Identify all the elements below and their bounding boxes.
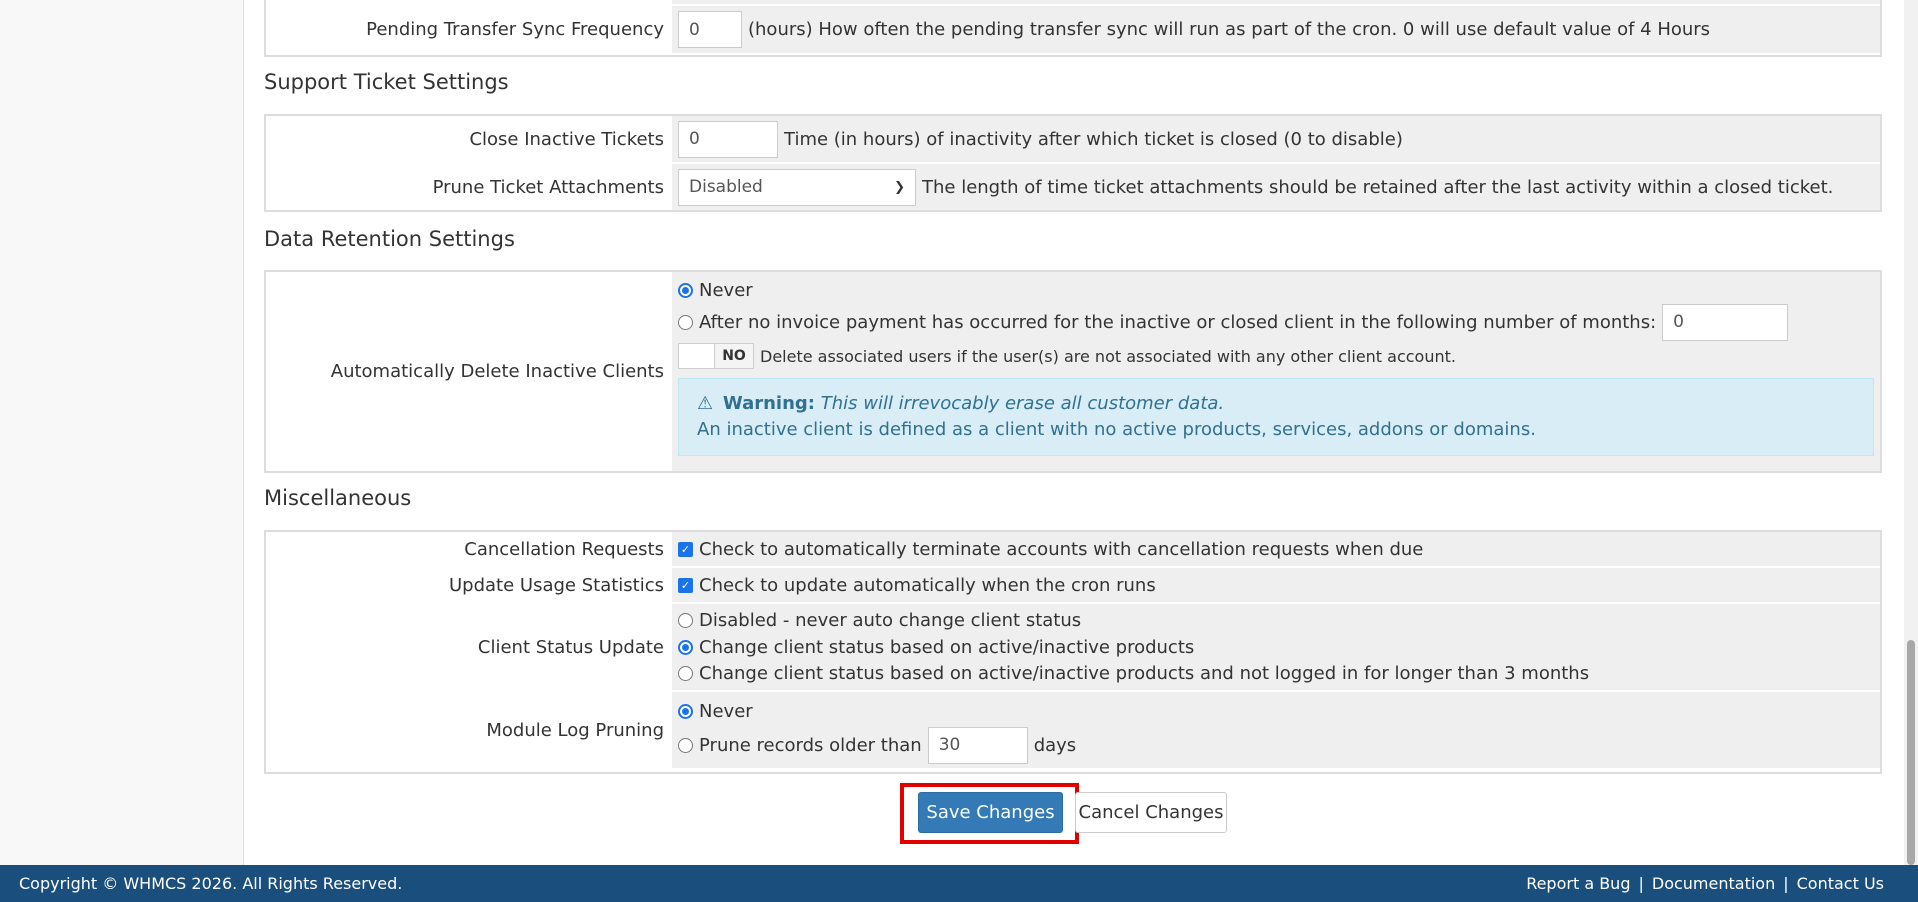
domains-settings-table: Pending Transfer Sync Frequency (hours) … [264,0,1882,57]
data-retention-title: Data Retention Settings [264,227,515,251]
usage-stats-help: Check to update automatically when the c… [699,574,1156,596]
auto-delete-label: Automatically Delete Inactive Clients [266,272,672,471]
cancellation-label: Cancellation Requests [266,532,672,566]
warning-text: An inactive client is defined as a clien… [697,419,1536,440]
left-sidebar [0,0,244,865]
footer-copyright: Copyright © WHMCS 2026. All Rights Reser… [19,874,403,893]
months-input[interactable] [1662,303,1789,341]
usage-stats-label: Update Usage Statistics [266,568,672,602]
prune-days-unit: days [1033,734,1077,756]
scrollbar[interactable] [1904,0,1918,865]
warning-icon: ⚠ [697,393,714,414]
close-inactive-help: Time (in hours) of inactivity after whic… [784,128,1403,150]
close-inactive-label: Close Inactive Tickets [266,116,672,162]
auto-delete-never-label: Never [699,279,753,301]
auto-delete-never-radio[interactable] [678,282,693,298]
chevron-down-icon: ❯ [894,179,905,195]
footer-separator: | [1638,874,1644,893]
delete-users-help: Delete associated users if the user(s) a… [760,346,1456,366]
toggle-state: NO [715,344,753,368]
cancellation-help: Check to automatically terminate account… [699,538,1424,560]
pending-transfer-help: (hours) How often the pending transfer s… [748,19,1711,40]
module-log-label: Module Log Pruning [266,692,672,768]
client-status-login-radio[interactable] [678,665,693,681]
cancellation-checkbox[interactable]: ✓ [678,541,693,557]
pending-transfer-label: Pending Transfer Sync Frequency [266,6,672,53]
auto-delete-after-label: After no invoice payment has occurred fo… [699,311,1657,333]
prune-attachments-select[interactable]: Disabled ❯ [678,168,916,206]
data-retention-table: Automatically Delete Inactive Clients Ne… [264,270,1882,473]
client-status-label: Client Status Update [266,604,672,690]
support-ticket-table: Close Inactive Tickets Time (in hours) o… [264,114,1882,212]
misc-table: Cancellation Requests ✓ Check to automat… [264,530,1882,774]
prune-days-input[interactable] [927,726,1028,764]
misc-title: Miscellaneous [264,486,412,510]
cancel-changes-button[interactable]: Cancel Changes [1075,792,1227,833]
client-status-option: Change client status based on active/ina… [699,662,1590,684]
module-log-never-radio[interactable] [678,703,693,719]
module-log-prune-radio[interactable] [678,737,693,753]
toggle-knob [679,344,715,368]
close-inactive-input[interactable] [678,120,778,158]
auto-delete-after-radio[interactable] [678,314,693,330]
client-status-option: Change client status based on active/ina… [699,636,1195,658]
usage-stats-checkbox[interactable]: ✓ [678,577,693,593]
save-changes-button[interactable]: Save Changes [918,792,1063,833]
prune-attachments-label: Prune Ticket Attachments [266,164,672,210]
scrollbar-thumb[interactable] [1907,640,1915,865]
warning-italic: This will irrevocably erase all customer… [820,393,1225,414]
pending-transfer-input[interactable] [678,11,742,48]
delete-users-toggle[interactable]: NO [678,343,754,369]
module-log-prune-label: Prune records older than [699,734,922,756]
client-status-disabled-radio[interactable] [678,613,693,629]
footer-separator: | [1783,874,1789,893]
support-ticket-title: Support Ticket Settings [264,70,509,94]
warning-alert: ⚠ Warning: This will irrevocably erase a… [678,378,1874,456]
client-status-active-radio[interactable] [678,639,693,655]
footer-links: Report a Bug | Documentation | Contact Us [1526,874,1884,893]
contact-us-link[interactable]: Contact Us [1797,874,1884,893]
report-bug-link[interactable]: Report a Bug [1526,874,1630,893]
footer: Copyright © WHMCS 2026. All Rights Reser… [0,865,1918,902]
documentation-link[interactable]: Documentation [1652,874,1775,893]
warning-label: Warning: [722,393,815,414]
prune-attachments-help: The length of time ticket attachments sh… [922,176,1834,198]
module-log-never-label: Never [699,700,753,722]
prune-attachments-selected: Disabled [689,177,763,197]
client-status-option: Disabled - never auto change client stat… [699,610,1082,632]
